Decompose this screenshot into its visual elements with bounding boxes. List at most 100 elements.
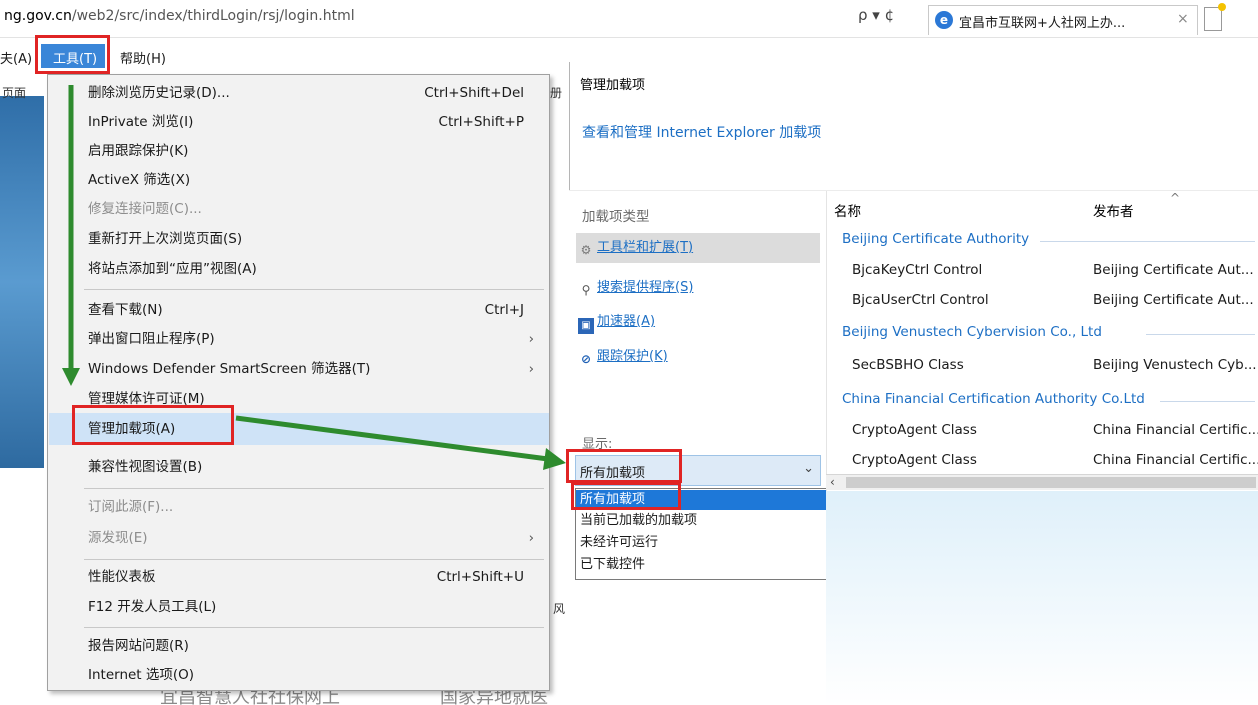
chevron-down-icon: ⌄ <box>803 461 814 476</box>
dialog-lower-background <box>826 491 1258 705</box>
menu-separator <box>84 559 544 560</box>
menu-item-shortcut: Ctrl+J <box>484 302 524 318</box>
url-field[interactable]: ng.gov.cn/web2/src/index/thirdLogin/rsj/… <box>4 8 355 24</box>
addon-type-label: 跟踪保护(K) <box>597 349 668 364</box>
menu-item-label: InPrivate 浏览(I) <box>88 114 194 130</box>
url-path: /web2/src/index/thirdLogin/rsj/login.htm… <box>71 8 355 24</box>
menu-separator <box>84 289 544 290</box>
menu-separator <box>84 488 544 489</box>
addon-types-heading: 加载项类型 <box>582 209 650 225</box>
column-header-publisher[interactable]: 发布者 <box>1093 200 1134 220</box>
menu-item-internet-options[interactable]: Internet 选项(O) <box>88 661 548 689</box>
addon-type-accelerators[interactable]: ▣ 加速器(A) <box>578 310 655 334</box>
addon-name[interactable]: BjcaUserCtrl Control <box>852 292 989 308</box>
search-icon: ⚲ <box>581 283 591 297</box>
addon-name[interactable]: CryptoAgent Class <box>852 452 977 468</box>
addon-publisher: Beijing Certificate Aut... <box>1093 292 1254 308</box>
group-divider <box>1040 241 1255 242</box>
addon-publisher: China Financial Certific... <box>1093 422 1258 438</box>
page-fragment: 风 <box>553 602 566 616</box>
menu-item-activex-filter[interactable]: ActiveX 筛选(X) <box>88 166 548 194</box>
menu-item-label: 将站点添加到“应用”视图(A) <box>88 261 257 277</box>
menu-item-label: 源发现(E) <box>88 530 148 546</box>
highlight-box-tools <box>35 35 110 74</box>
menu-item-shortcut: Ctrl+Shift+U <box>436 569 524 585</box>
page-fragment: 册 <box>550 86 563 100</box>
menu-item-delete-history[interactable]: 删除浏览历史记录(D)... Ctrl+Shift+Del <box>88 79 548 107</box>
sort-caret-icon: ^ <box>1170 191 1181 205</box>
addon-publisher: Beijing Venustech Cyb... <box>1093 357 1257 373</box>
addon-publisher: China Financial Certific... <box>1093 452 1258 468</box>
menu-item-view-downloads[interactable]: 查看下载(N) Ctrl+J <box>88 296 548 324</box>
menu-item-label: ActiveX 筛选(X) <box>88 172 191 188</box>
scroll-left-icon[interactable]: ‹ <box>830 475 835 489</box>
highlight-box-select <box>566 449 682 483</box>
column-header-name[interactable]: 名称 <box>834 200 861 220</box>
group-header: Beijing Certificate Authority <box>842 231 1030 247</box>
highlight-box-manage-addons <box>72 405 234 445</box>
menu-item-label: 查看下载(N) <box>88 302 163 318</box>
menu-item-report-problem[interactable]: 报告网站问题(R) <box>88 632 548 660</box>
menu-item-performance-dashboard[interactable]: 性能仪表板 Ctrl+Shift+U <box>88 563 548 591</box>
menu-item-dev-tools[interactable]: F12 开发人员工具(L) <box>88 593 548 621</box>
addon-type-toolbars[interactable]: ⚙ 工具栏和扩展(T) <box>576 233 820 263</box>
group-divider <box>1146 334 1255 335</box>
menu-help[interactable]: 帮助(H) <box>120 48 166 67</box>
group-divider <box>1160 401 1255 402</box>
group-header: Beijing Venustech Cybervision Co., Ltd <box>842 324 1102 340</box>
menu-item-label: 删除浏览历史记录(D)... <box>88 85 230 101</box>
menu-item-shortcut: Ctrl+Shift+P <box>438 114 524 130</box>
menu-item-label: F12 开发人员工具(L) <box>88 599 217 615</box>
addon-name[interactable]: BjcaKeyCtrl Control <box>852 262 982 278</box>
menu-item-label: 报告网站问题(R) <box>88 638 189 654</box>
tools-menu: 删除浏览历史记录(D)... Ctrl+Shift+Del InPrivate 浏… <box>47 74 550 691</box>
menu-item-label: Internet 选项(O) <box>88 667 195 683</box>
menu-item-popup-blocker[interactable]: 弹出窗口阻止程序(P) › <box>88 325 548 353</box>
dialog-description: 查看和管理 Internet Explorer 加载项 <box>582 125 822 141</box>
menu-item-label: 修复连接问题(C)... <box>88 201 202 217</box>
addon-type-label: 搜索提供程序(S) <box>597 280 694 295</box>
scroll-thumb[interactable] <box>846 477 1256 488</box>
accelerator-icon: ▣ <box>578 318 594 334</box>
menu-item-reopen-session[interactable]: 重新打开上次浏览页面(S) <box>88 225 548 253</box>
menu-separator <box>84 627 544 628</box>
dialog-title: 管理加载项 <box>580 78 646 93</box>
addon-publisher: Beijing Certificate Aut... <box>1093 262 1254 278</box>
menu-item-subscribe-feed: 订阅此源(F)... <box>88 493 548 521</box>
browser-tab[interactable]: e 宜昌市互联网+人社网上办... × <box>928 5 1198 35</box>
menu-item-tracking-protection[interactable]: 启用跟踪保护(K) <box>88 137 548 165</box>
menu-item-label: 订阅此源(F)... <box>88 499 174 515</box>
menu-item-label: 性能仪表板 <box>88 569 156 585</box>
addon-name[interactable]: CryptoAgent Class <box>852 422 977 438</box>
menu-item-fix-connection: 修复连接问题(C)... <box>88 195 548 223</box>
addon-name[interactable]: SecBSBHO Class <box>852 357 964 373</box>
submenu-arrow-icon: › <box>528 361 534 377</box>
horizontal-scrollbar[interactable]: ‹ <box>826 474 1258 490</box>
menu-item-label: 启用跟踪保护(K) <box>88 143 189 159</box>
addon-type-search[interactable]: ⚲ 搜索提供程序(S) <box>578 276 694 298</box>
menu-item-add-to-apps[interactable]: 将站点添加到“应用”视图(A) <box>88 255 548 283</box>
addon-type-label: 工具栏和扩展(T) <box>597 240 694 255</box>
page-banner <box>0 96 44 468</box>
page-link-partial[interactable]: 页面 <box>2 84 26 101</box>
menu-item-label: Windows Defender SmartScreen 筛选器(T) <box>88 361 371 377</box>
new-tab-button[interactable] <box>1204 3 1226 31</box>
search-refresh-controls[interactable]: ρ ▾ ¢ <box>858 6 894 24</box>
menu-favorites-partial[interactable]: 夫(A) <box>0 48 32 67</box>
highlight-box-option <box>571 482 681 510</box>
menu-item-inprivate[interactable]: InPrivate 浏览(I) Ctrl+Shift+P <box>88 108 548 136</box>
submenu-arrow-icon: › <box>528 331 534 347</box>
menu-item-label: 重新打开上次浏览页面(S) <box>88 231 243 247</box>
menu-item-feed-discovery: 源发现(E) › <box>88 524 548 552</box>
block-icon: ⊘ <box>580 352 592 366</box>
tab-title: 宜昌市互联网+人社网上办... <box>959 16 1126 31</box>
menu-item-compat-view[interactable]: 兼容性视图设置(B) <box>88 453 548 481</box>
menu-item-smartscreen[interactable]: Windows Defender SmartScreen 筛选器(T) › <box>88 355 548 383</box>
menu-item-label: 兼容性视图设置(B) <box>88 459 203 475</box>
addon-type-tracking[interactable]: ⊘ 跟踪保护(K) <box>578 345 668 367</box>
submenu-arrow-icon: › <box>528 530 534 546</box>
addon-type-label: 加速器(A) <box>597 314 656 329</box>
group-header: China Financial Certification Authority … <box>842 391 1145 407</box>
url-domain: ng.gov.cn <box>4 8 72 24</box>
tab-close-icon[interactable]: × <box>1177 11 1189 27</box>
